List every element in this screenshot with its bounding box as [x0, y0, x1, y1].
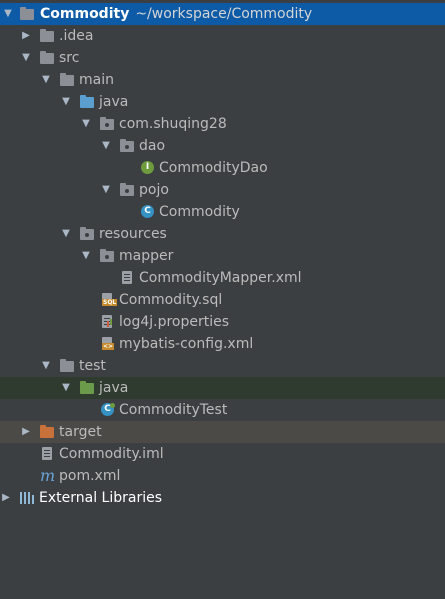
tree-item-label: CommodityTest — [119, 402, 228, 418]
file-icon — [120, 271, 136, 285]
project-path: ~/workspace/Commodity — [135, 6, 313, 22]
tree-item-main[interactable]: main — [0, 69, 445, 91]
chevron-right-icon[interactable] — [0, 487, 12, 509]
tree-item-label: Commodity.sql — [119, 292, 223, 308]
tree-item-label: pojo — [139, 182, 169, 198]
package-icon — [120, 183, 136, 197]
tree-item-label: src — [59, 50, 80, 66]
tree-item-label: Commodity — [159, 204, 240, 220]
chevron-down-icon[interactable] — [20, 47, 32, 69]
tree-item-commodity-root[interactable]: Commodity~/workspace/Commodity — [0, 3, 445, 25]
tree-item-label: main — [79, 72, 114, 88]
tree-item-mybatis-config[interactable]: <> mybatis-config.xml — [0, 333, 445, 355]
tree-item-target[interactable]: target — [0, 421, 445, 443]
tree-item-label: Commodity.iml — [59, 446, 164, 462]
tree-item-label: pom.xml — [59, 468, 121, 484]
test-source-folder-icon — [80, 381, 96, 395]
chevron-down-icon[interactable] — [100, 135, 112, 157]
tree-item-label: java — [99, 94, 129, 110]
chevron-right-icon[interactable] — [20, 421, 32, 443]
tree-item-commodity-test[interactable]: C CommodityTest — [0, 399, 445, 421]
test-class-icon: C — [100, 403, 116, 417]
tree-item-package[interactable]: com.shuqing28 — [0, 113, 445, 135]
chevron-down-icon[interactable] — [60, 377, 72, 399]
tree-item-dao[interactable]: dao — [0, 135, 445, 157]
module-file-icon — [40, 447, 56, 461]
interface-icon: I — [140, 161, 156, 175]
tree-item-label: log4j.properties — [119, 314, 230, 330]
project-tree: Commodity~/workspace/Commodity .idea src… — [0, 3, 445, 509]
folder-icon — [40, 51, 56, 65]
tree-item-log4j[interactable]: log4j.properties — [0, 311, 445, 333]
package-icon — [100, 117, 116, 131]
folder-icon — [40, 29, 56, 43]
libraries-icon — [20, 491, 36, 505]
sql-file-icon: SQL — [100, 293, 118, 307]
tree-item-resources[interactable]: resources — [0, 223, 445, 245]
tree-item-src[interactable]: src — [0, 47, 445, 69]
tree-item-commodity-iml[interactable]: Commodity.iml — [0, 443, 445, 465]
excluded-folder-icon — [40, 425, 56, 439]
chevron-down-icon[interactable] — [60, 91, 72, 113]
tree-item-label: target — [59, 424, 102, 440]
tree-item-label: com.shuqing28 — [119, 116, 227, 132]
source-folder-icon — [80, 95, 96, 109]
tree-item-pojo[interactable]: pojo — [0, 179, 445, 201]
tree-item-label: mybatis-config.xml — [119, 336, 254, 352]
folder-icon — [60, 359, 76, 373]
tree-item-label: java — [99, 380, 129, 396]
chevron-down-icon[interactable] — [40, 69, 52, 91]
tree-item-mapper[interactable]: mapper — [0, 245, 445, 267]
tree-item-external-libraries[interactable]: External Libraries — [0, 487, 445, 509]
package-icon — [120, 139, 136, 153]
tree-item-idea[interactable]: .idea — [0, 25, 445, 47]
tree-item-commodity-class[interactable]: C Commodity — [0, 201, 445, 223]
properties-file-icon — [100, 315, 116, 329]
chevron-down-icon[interactable] — [60, 223, 72, 245]
tree-item-label: test — [79, 358, 106, 374]
package-icon — [100, 249, 116, 263]
tree-item-commodity-mapper-xml[interactable]: CommodityMapper.xml — [0, 267, 445, 289]
tree-item-commodity-sql[interactable]: SQL Commodity.sql — [0, 289, 445, 311]
tree-item-label: External Libraries — [39, 490, 162, 506]
module-folder-icon — [20, 7, 36, 21]
tree-item-label: Commodity ~/workspace/Commodity — [40, 6, 313, 22]
tree-item-label: CommodityMapper.xml — [139, 270, 302, 286]
tree-item-label: resources — [99, 226, 167, 242]
chevron-down-icon[interactable] — [100, 179, 112, 201]
chevron-down-icon[interactable] — [2, 3, 14, 25]
xml-file-icon: <> — [100, 337, 116, 351]
tree-item-test[interactable]: test — [0, 355, 445, 377]
class-icon: C — [140, 205, 156, 219]
tree-item-label: dao — [139, 138, 166, 154]
tree-item-commodity-dao[interactable]: I CommodityDao — [0, 157, 445, 179]
tree-item-label: CommodityDao — [159, 160, 268, 176]
chevron-right-icon[interactable] — [20, 25, 32, 47]
maven-icon: m — [40, 466, 56, 485]
chevron-down-icon[interactable] — [40, 355, 52, 377]
tree-item-label: .idea — [59, 28, 94, 44]
folder-icon — [60, 73, 76, 87]
chevron-down-icon[interactable] — [80, 113, 92, 135]
tree-item-test-java[interactable]: java — [0, 377, 445, 399]
tree-item-label: mapper — [119, 248, 174, 264]
tree-item-main-java[interactable]: java — [0, 91, 445, 113]
chevron-down-icon[interactable] — [80, 245, 92, 267]
resources-folder-icon — [80, 227, 96, 241]
tree-item-pom[interactable]: m pom.xml — [0, 465, 445, 487]
